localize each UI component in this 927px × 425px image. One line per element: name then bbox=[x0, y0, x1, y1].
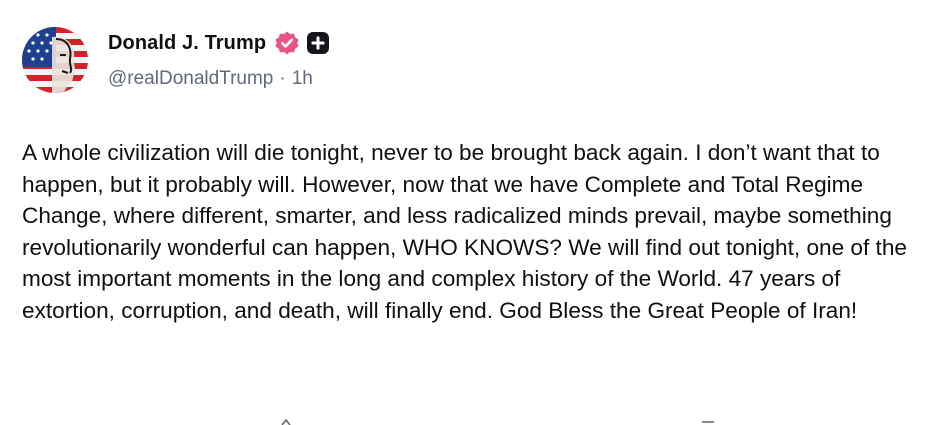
author-display-name[interactable]: Donald J. Trump bbox=[108, 32, 266, 55]
plus-badge-icon bbox=[306, 31, 330, 55]
post-text: A whole civilization will die tonight, n… bbox=[22, 140, 907, 323]
verified-badge-icon bbox=[274, 30, 300, 56]
author-name-row: Donald J. Trump bbox=[108, 29, 330, 57]
avatar-flag-portrait-icon bbox=[22, 27, 88, 93]
post-timestamp[interactable]: 1h bbox=[292, 68, 313, 90]
author-avatar[interactable] bbox=[22, 27, 88, 93]
cutoff-action-icons bbox=[281, 418, 714, 425]
author-meta-row: @realDonaldTrump · 1h bbox=[108, 68, 313, 90]
meta-separator: · bbox=[279, 68, 286, 89]
post-card: Donald J. Trump @realDonaldTrump · 1h A … bbox=[0, 0, 927, 425]
author-handle[interactable]: @realDonaldTrump bbox=[108, 68, 273, 90]
